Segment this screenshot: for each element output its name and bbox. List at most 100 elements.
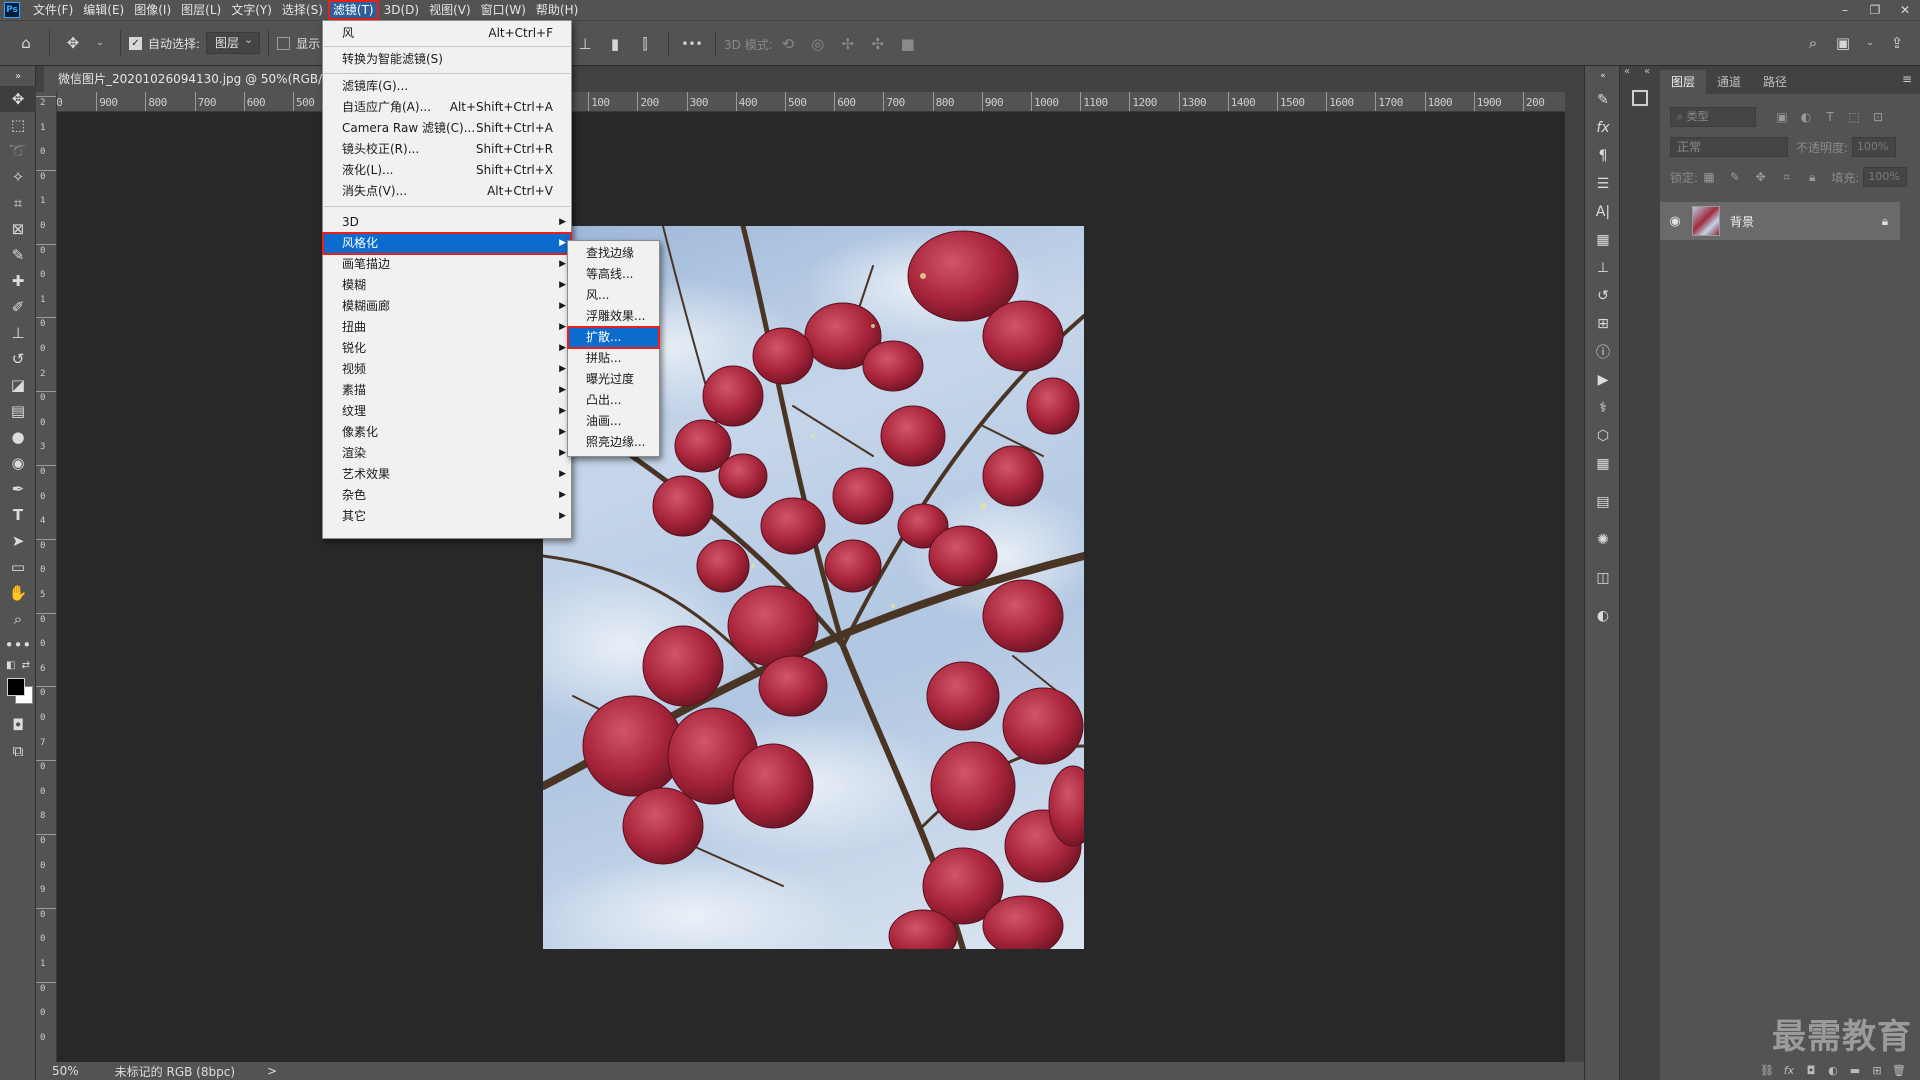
zoom-level[interactable]: 50%: [52, 1064, 79, 1078]
eraser-tool-icon[interactable]: ◪: [0, 372, 36, 398]
lasso-tool-icon[interactable]: ➰: [0, 138, 36, 164]
menu-select[interactable]: 选择(S): [277, 0, 328, 20]
add-style-icon[interactable]: fx: [1778, 1064, 1800, 1077]
opacity-input[interactable]: 100%: [1852, 137, 1897, 157]
new-layer-icon[interactable]: ⊞: [1866, 1064, 1888, 1077]
filter-menu-item-stylize[interactable]: 风格化 ▶: [322, 232, 572, 255]
dodge-tool-icon[interactable]: ◉: [0, 450, 36, 476]
filter-menu-item-render[interactable]: 渲染 ▶: [323, 443, 571, 464]
3d-roll-icon[interactable]: ◎: [806, 32, 830, 56]
auto-select-target-dropdown[interactable]: 图层: [206, 30, 261, 54]
edit-toolbar-icon[interactable]: •••: [0, 632, 36, 658]
table-icon[interactable]: ▦: [1585, 450, 1621, 478]
menu-filter[interactable]: 滤镜(T): [327, 0, 379, 20]
brush-settings-icon[interactable]: ✎: [1585, 86, 1621, 114]
lock-all-icon[interactable]: 🔒︎: [1801, 170, 1823, 185]
filter-menu-item-sketch[interactable]: 素描 ▶: [323, 380, 571, 401]
submenu-item-emboss[interactable]: 浮雕效果...: [568, 306, 659, 327]
eyedropper-tool-icon[interactable]: ✎: [0, 242, 36, 268]
zoom-tool-icon[interactable]: ⌕: [0, 606, 36, 632]
show-transform-checkbox[interactable]: [277, 36, 291, 50]
collapsed-panel-icon[interactable]: [1632, 90, 1648, 106]
chevron-down-icon[interactable]: ⌄: [1858, 31, 1882, 55]
filter-menu-item-texture[interactable]: 纹理 ▶: [323, 401, 571, 422]
filter-menu-item-other[interactable]: 其它 ▶: [323, 506, 571, 527]
history-brush-tool-icon[interactable]: ↺: [0, 346, 36, 372]
3d-slide-icon[interactable]: ✣: [866, 32, 890, 56]
libraries-icon[interactable]: ▦: [1585, 226, 1621, 254]
menu-edit[interactable]: 编辑(E): [78, 0, 129, 20]
tab-layers[interactable]: 图层: [1660, 70, 1707, 94]
tab-channels[interactable]: 通道: [1706, 70, 1752, 94]
visibility-eye-icon[interactable]: ◉: [1660, 214, 1690, 229]
menu-window[interactable]: 窗口(W): [476, 0, 531, 20]
delete-layer-icon[interactable]: 🗑︎: [1888, 1064, 1910, 1077]
color-icon[interactable]: ◐: [1585, 602, 1621, 630]
restore-button[interactable]: ❐: [1860, 0, 1890, 20]
menu-help[interactable]: 帮助(H): [531, 0, 583, 20]
filter-menu-item-blur-gallery[interactable]: 模糊画廊 ▶: [323, 296, 571, 317]
filter-menu-item-brush-strokes[interactable]: 画笔描边 ▶: [323, 254, 571, 275]
new-adjustment-icon[interactable]: ◐: [1822, 1064, 1844, 1077]
info-icon[interactable]: ⓘ: [1585, 338, 1621, 366]
layer-kind-filter[interactable]: ⌕ 类型: [1670, 107, 1756, 127]
layer-lock-icon[interactable]: 🔒︎: [1870, 214, 1900, 229]
move-tool-icon[interactable]: ✥: [61, 31, 85, 55]
menu-3d[interactable]: 3D(D): [379, 0, 424, 20]
styles-icon[interactable]: fx: [1585, 114, 1621, 142]
menu-image[interactable]: 图像(I): [129, 0, 176, 20]
blur-tool-icon[interactable]: ●: [0, 424, 36, 450]
character-icon[interactable]: A|: [1585, 198, 1621, 226]
marquee-tool-icon[interactable]: ⬚: [0, 112, 36, 138]
align-bottom-icon[interactable]: ⊥: [573, 32, 597, 56]
magic-wand-tool-icon[interactable]: ✧: [0, 164, 36, 190]
auto-select-checkbox[interactable]: ✓: [129, 36, 142, 50]
tab-paths[interactable]: 路径: [1752, 70, 1798, 94]
shape-filter-icon[interactable]: ⬚: [1842, 110, 1866, 124]
menu-type[interactable]: 文字(Y): [226, 0, 277, 20]
filter-menu-item-3d[interactable]: 3D ▶: [323, 212, 571, 233]
align-right-icon[interactable]: ⫿: [633, 32, 657, 56]
link-layers-icon[interactable]: ⛓: [1756, 1064, 1778, 1077]
submenu-item-extrude[interactable]: 凸出...: [568, 390, 659, 411]
history-icon[interactable]: ↺: [1585, 282, 1621, 310]
filter-menu-item-adaptive-wide-angle[interactable]: 自适应广角(A)... Alt+Shift+Ctrl+A: [323, 97, 571, 118]
photoshop-logo-icon[interactable]: Ps: [4, 2, 20, 18]
3d-pan-icon[interactable]: ✢: [836, 32, 860, 56]
home-icon[interactable]: ⌂: [14, 31, 38, 55]
filter-menu-item-vanishing-point[interactable]: 消失点(V)... Alt+Ctrl+V: [323, 181, 571, 202]
filter-menu-item-camera-raw[interactable]: Camera Raw 滤镜(C)... Shift+Ctrl+A: [323, 118, 571, 139]
vertical-scrollbar[interactable]: [1565, 92, 1584, 1062]
menu-layer[interactable]: 图层(L): [176, 0, 226, 20]
filter-menu-item-sharpen[interactable]: 锐化 ▶: [323, 338, 571, 359]
submenu-item-find-edges[interactable]: 查找边缘: [568, 243, 659, 264]
3d-icon[interactable]: ⬡: [1585, 422, 1621, 450]
adjustment-filter-icon[interactable]: ◐: [1794, 110, 1818, 124]
3d-orbit-icon[interactable]: ⟲: [776, 32, 800, 56]
swap-colors-icon[interactable]: ◧ ⇄: [0, 658, 36, 672]
search-icon[interactable]: ⌕: [1801, 31, 1825, 55]
clone-source-icon[interactable]: ⊥: [1585, 254, 1621, 282]
path-selection-tool-icon[interactable]: ➤: [0, 528, 36, 554]
adjustments-icon[interactable]: ☰: [1585, 170, 1621, 198]
filter-menu-item-noise[interactable]: 杂色 ▶: [323, 485, 571, 506]
expand-arrow-icon[interactable]: «: [1624, 66, 1630, 77]
panel-menu-icon[interactable]: ≡: [1902, 72, 1912, 86]
filter-menu-item-blur[interactable]: 模糊 ▶: [323, 275, 571, 296]
share-icon[interactable]: ⇪: [1885, 31, 1909, 55]
crop-tool-icon[interactable]: ⌗: [0, 190, 36, 216]
pen-tool-icon[interactable]: ✒: [0, 476, 36, 502]
filter-menu-item-lens-correction[interactable]: 镜头校正(R)... Shift+Ctrl+R: [323, 139, 571, 160]
collapse-arrow-icon[interactable]: «: [1644, 66, 1650, 77]
rectangle-tool-icon[interactable]: ▭: [0, 554, 36, 580]
type-tool-icon[interactable]: T: [0, 502, 36, 528]
status-menu-arrow[interactable]: >: [267, 1064, 277, 1078]
fill-input[interactable]: 100%: [1863, 167, 1908, 187]
paths-icon[interactable]: ⚕: [1585, 394, 1621, 422]
lock-artboard-icon[interactable]: ⌗: [1776, 170, 1798, 185]
blend-mode-dropdown[interactable]: 正常: [1670, 137, 1788, 157]
filter-menu-item-liquify[interactable]: 液化(L)... Shift+Ctrl+X: [323, 160, 571, 181]
new-group-icon[interactable]: ▬: [1844, 1064, 1866, 1077]
workspace-icon[interactable]: ▣: [1831, 31, 1855, 55]
filter-menu-item-last-filter[interactable]: 风 Alt+Ctrl+F: [323, 23, 571, 44]
